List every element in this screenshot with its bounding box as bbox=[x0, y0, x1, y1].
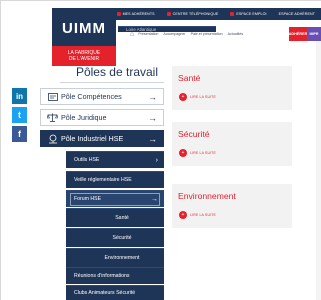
pole-label: Pôle Juridique bbox=[61, 113, 107, 122]
topbar-link-label: CENTRE TÉLÉPHONIQUE bbox=[172, 12, 219, 16]
submenu-label: Outils HSE bbox=[74, 157, 100, 163]
pole-label: Pôle Industriel HSE bbox=[61, 134, 124, 143]
read-more-link[interactable]: + LIRE LA SUITE bbox=[179, 93, 216, 101]
sidebar-item-pole-juridique[interactable]: Pôle Juridique → bbox=[40, 109, 164, 126]
sidebar-item-pole-competences[interactable]: Pôle Compétences → bbox=[40, 88, 164, 105]
topbar-link-emploi[interactable]: ESPACE EMPLOI bbox=[224, 12, 272, 16]
pole-label: Pôle Compétences bbox=[61, 92, 122, 101]
plus-icon: + bbox=[179, 211, 187, 219]
bullet-icon bbox=[166, 12, 171, 16]
forum-item-sante[interactable]: Santé bbox=[66, 208, 164, 227]
submenu-item-forum-hse[interactable]: Forum HSE → bbox=[66, 190, 164, 207]
card-title: Santé bbox=[178, 73, 201, 83]
bullet-icon bbox=[230, 12, 235, 16]
topbar-link-label: ESPACE ADHÉRENT bbox=[278, 12, 315, 16]
balance-icon bbox=[47, 113, 58, 122]
topbar-link-adherents[interactable]: MES ADHÉRENTS bbox=[111, 12, 161, 16]
submenu-label: Clubs Animateurs Sécurité bbox=[74, 290, 136, 296]
twitter-icon[interactable]: t bbox=[12, 107, 27, 123]
card-title: Environnement bbox=[178, 191, 236, 201]
adherer-button[interactable]: ADHÉRER bbox=[289, 27, 307, 41]
logo-tagline: LA FABRIQUE DE L'AVENIR bbox=[52, 46, 116, 66]
read-more-label: LIRE LA SUITE bbox=[190, 95, 216, 99]
facebook-icon[interactable]: f bbox=[12, 126, 27, 142]
arrow-right-icon: → bbox=[151, 195, 158, 203]
nav-item-accompagner[interactable]: Accompagner bbox=[163, 32, 185, 36]
topbar-link-label: ESPACE EMPLOI bbox=[236, 12, 267, 16]
submenu-item-veille[interactable]: Veille réglementaire HSE bbox=[66, 171, 164, 188]
read-more-link[interactable]: + LIRE LA SUITE bbox=[179, 149, 216, 157]
submenu-item-reunions[interactable]: Réunions d'informations bbox=[66, 267, 164, 284]
nav-item-paie[interactable]: Paie et présentation bbox=[191, 32, 223, 36]
submenu-label: Veille réglementaire HSE bbox=[74, 177, 132, 183]
sidebar-item-pole-industriel-hse[interactable]: Pôle Industriel HSE → bbox=[40, 130, 164, 147]
page-scrollbar[interactable] bbox=[316, 41, 321, 300]
card-title: Sécurité bbox=[178, 129, 210, 139]
sidebar-title: Pôles de travail bbox=[75, 65, 158, 79]
tagline-line-2: DE L'AVENIR bbox=[68, 56, 100, 62]
forum-item-environnement[interactable]: Environnement bbox=[66, 248, 164, 267]
topbar-link-label: MES ADHÉRENTS bbox=[122, 12, 155, 16]
logo-region: Loire Atlantique bbox=[118, 26, 216, 32]
read-more-label: LIRE LA SUITE bbox=[190, 151, 216, 155]
selected-outline bbox=[70, 193, 160, 206]
arrow-right-icon: → bbox=[148, 113, 157, 123]
linkedin-icon[interactable]: in bbox=[12, 88, 27, 104]
submenu-item-clubs[interactable]: Clubs Animateurs Sécurité bbox=[66, 285, 164, 300]
card-sante: Santé + LIRE LA SUITE bbox=[172, 66, 292, 110]
nav-item-presentation[interactable]: Présentation bbox=[138, 32, 158, 36]
graduation-icon bbox=[47, 92, 58, 101]
read-more-label: LIRE LA SUITE bbox=[190, 213, 216, 217]
logo-name: UIMM bbox=[62, 19, 106, 37]
card-securite: Sécurité + LIRE LA SUITE bbox=[172, 122, 292, 166]
submenu-item-outils-hse[interactable]: Outils HSE › bbox=[66, 151, 164, 168]
arrow-right-icon: → bbox=[148, 134, 157, 144]
site-logo[interactable]: UIMM Loire Atlantique bbox=[52, 10, 216, 46]
sidebar-title-divider bbox=[60, 82, 164, 83]
plus-icon: + bbox=[179, 93, 187, 101]
nav-item-actualites[interactable]: Actualités bbox=[228, 32, 244, 36]
plus-icon: + bbox=[179, 149, 187, 157]
topbar-link-espace[interactable]: ESPACE ADHÉRENT bbox=[273, 12, 321, 16]
chevron-right-icon: › bbox=[155, 156, 158, 164]
arrow-right-icon: → bbox=[148, 92, 157, 102]
topbar-link-centre[interactable]: CENTRE TÉLÉPHONIQUE bbox=[161, 12, 225, 16]
helmet-icon bbox=[47, 134, 58, 143]
bullet-icon bbox=[116, 12, 121, 16]
read-more-link[interactable]: + LIRE LA SUITE bbox=[179, 211, 216, 219]
submenu-label: Réunions d'informations bbox=[74, 273, 130, 279]
card-environnement: Environnement + LIRE LA SUITE bbox=[172, 184, 292, 228]
secondary-cta-button[interactable]: IMPR bbox=[307, 27, 321, 41]
forum-item-securite[interactable]: Sécurité bbox=[66, 228, 164, 247]
